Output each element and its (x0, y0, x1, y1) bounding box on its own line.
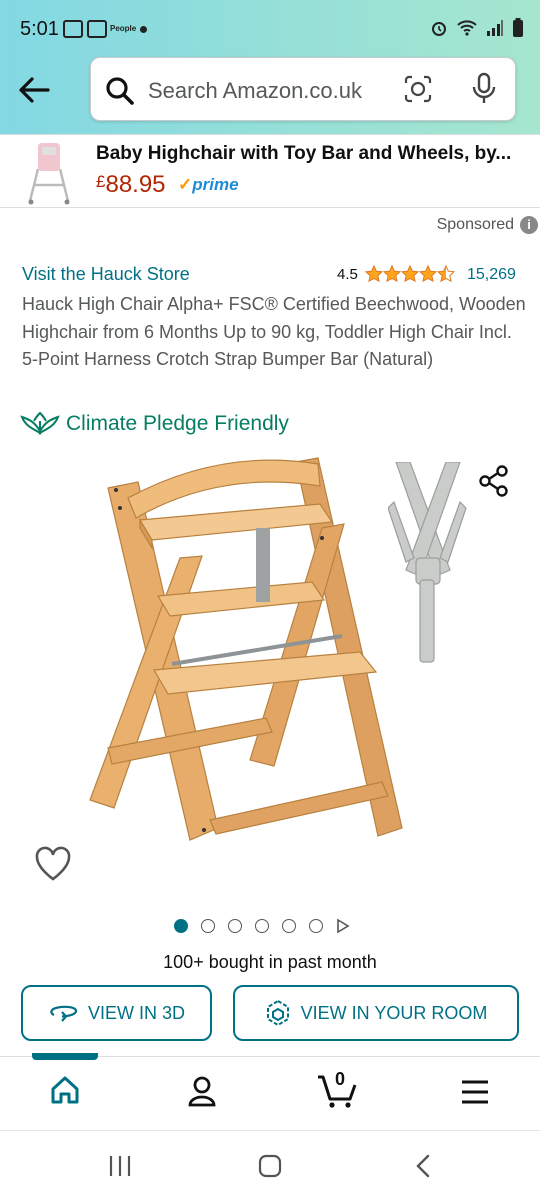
view-in-3d-label: VIEW IN 3D (87, 1002, 185, 1023)
product-image-highchair[interactable] (60, 448, 440, 893)
carousel-dot[interactable] (282, 919, 296, 933)
image-carousel-dots[interactable] (174, 918, 350, 934)
account-icon[interactable] (186, 1075, 218, 1107)
cart-count: 0 (335, 1069, 346, 1089)
camera-lens-icon[interactable] (403, 74, 433, 104)
climate-pledge-label: Climate Pledge Friendly (66, 412, 289, 435)
bottom-tab-bar: 0 (0, 1053, 540, 1130)
battery-icon (513, 18, 523, 37)
signal-icon (487, 20, 503, 36)
cart-button[interactable]: 0 (316, 1069, 360, 1111)
product-title: Hauck High Chair Alpha+ FSC® Certified B… (22, 294, 526, 369)
status-bar: 5:01 People (0, 0, 540, 58)
view-in-3d-button[interactable]: VIEW IN 3D (21, 985, 212, 1041)
status-time: 5:01 (20, 18, 59, 40)
sponsored-product-thumbnail (28, 143, 70, 205)
bought-in-past-month: 100+ bought in past month (163, 952, 377, 972)
status-icons (430, 18, 524, 38)
carousel-dot[interactable] (228, 919, 242, 933)
carousel-dot[interactable] (174, 919, 188, 933)
gallery-notification-icon (63, 20, 83, 38)
carousel-dot[interactable] (201, 919, 215, 933)
search-input[interactable]: Search Amazon.co.uk (148, 78, 362, 104)
wishlist-heart-icon[interactable] (34, 846, 72, 882)
back-button-icon[interactable] (412, 1153, 434, 1179)
rating-value: 4.5 (337, 266, 358, 283)
system-nav-bar (0, 1130, 540, 1200)
active-tab-indicator (32, 1053, 98, 1060)
carousel-dot[interactable] (255, 919, 269, 933)
alarm-icon (432, 22, 446, 36)
product-image-harness[interactable] (388, 462, 468, 667)
people-notification-label: People (110, 24, 137, 33)
prime-badge: ✓prime (178, 175, 239, 194)
climate-pledge-icon (20, 411, 60, 435)
rating-count-link[interactable]: 15,269 (467, 266, 516, 284)
recent-apps-icon[interactable] (107, 1153, 133, 1179)
sponsored-label: Sponsored (436, 216, 514, 233)
more-notifications-dot (140, 26, 147, 33)
ar-cube-icon (266, 999, 289, 1027)
info-icon[interactable]: i (520, 216, 538, 234)
search-bar[interactable]: Search Amazon.co.uk (90, 57, 516, 121)
view-in-your-room-button[interactable]: VIEW IN YOUR ROOM (233, 985, 519, 1041)
view-in-your-room-label: VIEW IN YOUR ROOM (300, 1002, 488, 1023)
sponsored-product-price: £88.95 (96, 171, 166, 199)
carousel-dot[interactable] (309, 919, 323, 933)
share-icon[interactable] (477, 464, 511, 498)
rotate-3d-icon (50, 1005, 78, 1022)
microphone-icon[interactable] (471, 72, 497, 106)
store-link[interactable]: Visit the Hauck Store (22, 264, 190, 285)
climate-pledge-badge[interactable]: Climate Pledge Friendly (20, 411, 289, 437)
sponsored-product-title[interactable]: Baby Highchair with Toy Bar and Wheels, … (96, 143, 526, 165)
video-play-icon[interactable] (336, 918, 350, 934)
rating-stars-icon[interactable] (365, 264, 457, 284)
home-icon[interactable] (50, 1075, 80, 1105)
home-button-icon[interactable] (257, 1153, 283, 1179)
menu-icon[interactable] (460, 1079, 490, 1105)
price-value: 88.95 (105, 171, 166, 198)
wifi-icon (457, 20, 477, 36)
back-arrow-icon[interactable] (14, 70, 54, 110)
sponsored-product-banner[interactable]: Baby Highchair with Toy Bar and Wheels, … (0, 134, 540, 208)
photo-notification-icon (87, 20, 107, 38)
search-icon (106, 77, 134, 105)
app-header: 5:01 People Search Amazon.co.uk (0, 0, 540, 134)
